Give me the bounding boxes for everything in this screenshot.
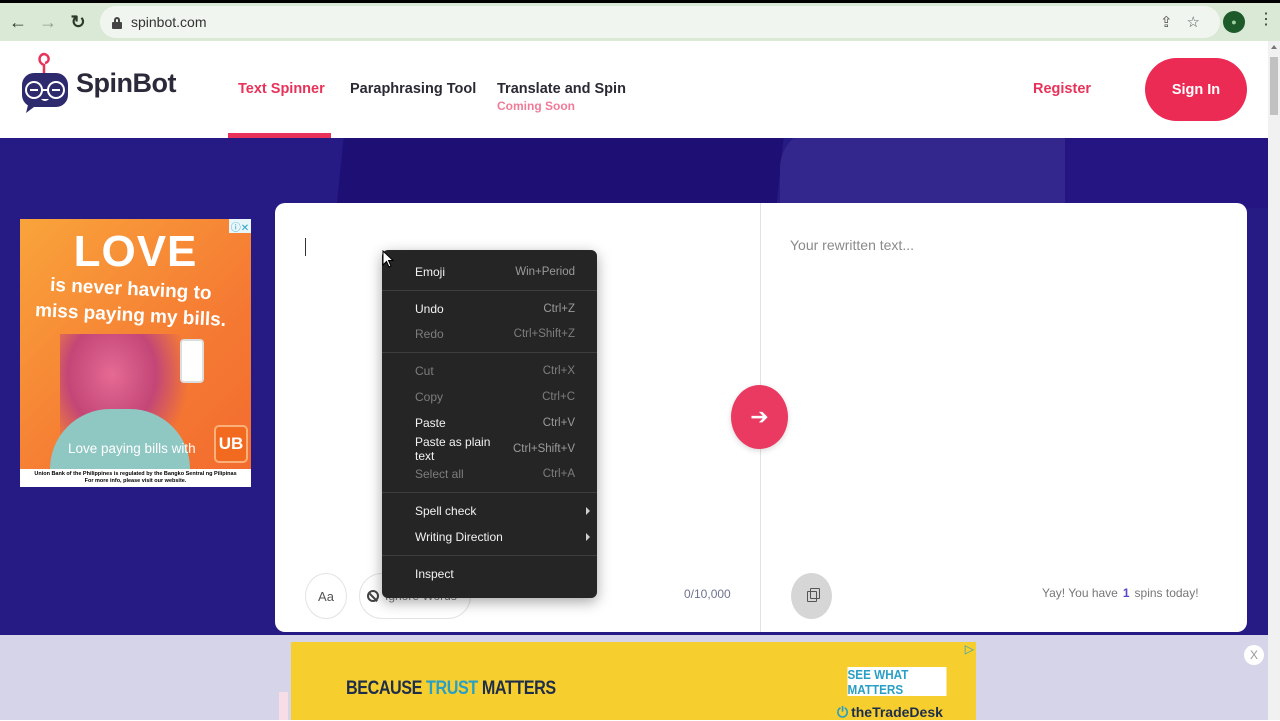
ad-cta-button[interactable]: SEE WHAT MATTERS xyxy=(847,667,947,697)
ad-headline-part: TRUST xyxy=(426,678,478,699)
star-icon[interactable]: ☆ xyxy=(1187,13,1200,31)
nav-text-spinner[interactable]: Text Spinner xyxy=(238,81,325,97)
ad-headline-part: MATTERS xyxy=(477,678,556,699)
menu-item-shortcut: Ctrl+X xyxy=(542,365,575,378)
adchoices-icon[interactable]: ⓘ✕ xyxy=(229,219,251,234)
back-arrow-icon[interactable]: ← xyxy=(3,7,33,37)
sign-in-button[interactable]: Sign In xyxy=(1145,58,1247,121)
coming-soon-label: Coming Soon xyxy=(497,99,575,113)
brand-name: SpinBot xyxy=(76,67,176,98)
lock-icon[interactable] xyxy=(112,16,122,29)
adchoices-icon[interactable]: ▷ xyxy=(965,642,974,656)
character-counter: 0/10,000 xyxy=(684,587,731,601)
decoration xyxy=(279,692,288,720)
menu-separator xyxy=(382,492,597,494)
menu-item-shortcut: Win+Period xyxy=(515,265,575,278)
disclaimer-line: For more info, please visit our website. xyxy=(84,478,187,484)
ad-tagline: Love paying bills with xyxy=(68,441,196,456)
ub-logo: UB xyxy=(214,425,248,463)
nav-translate-and-spin[interactable]: Translate and Spin xyxy=(497,81,626,97)
menu-item-label: Emoji xyxy=(415,264,446,279)
menu-item-writing-direction[interactable]: Writing Direction xyxy=(382,524,597,550)
ad-disclaimer: Union Bank of the Philippines is regulat… xyxy=(20,469,251,487)
menu-item-label: Inspect xyxy=(415,566,454,581)
menu-item-undo[interactable]: Undo Ctrl+Z xyxy=(382,296,597,322)
copy-button[interactable] xyxy=(791,573,832,619)
menu-item-paste-plain[interactable]: Paste as plain text Ctrl+Shift+V xyxy=(382,434,597,463)
menu-item-cut[interactable]: Cut Ctrl+X xyxy=(382,358,597,384)
submenu-arrow-icon xyxy=(586,533,590,542)
spin-button[interactable]: ➔ xyxy=(731,385,788,449)
menu-item-label: Redo xyxy=(415,327,444,342)
spinbot-robot-icon xyxy=(22,52,68,113)
left-advertisement[interactable]: LOVE is never having to miss paying my b… xyxy=(20,219,251,487)
spins-count: 1 xyxy=(1122,586,1130,600)
menu-item-spell-check[interactable]: Spell check xyxy=(382,498,597,524)
arrow-right-icon: ➔ xyxy=(750,404,769,429)
profile-avatar[interactable]: ● xyxy=(1223,11,1245,33)
nav-paraphrasing-tool[interactable]: Paraphrasing Tool xyxy=(350,81,476,97)
menu-item-shortcut: Ctrl+Shift+Z xyxy=(513,328,575,341)
context-menu: Emoji Win+Period Undo Ctrl+Z Redo Ctrl+Shif… xyxy=(382,250,597,598)
menu-item-label: Writing Direction xyxy=(415,530,503,545)
menu-item-label: Spell check xyxy=(415,504,477,519)
scroll-up-icon[interactable] xyxy=(1271,45,1277,49)
output-textarea[interactable]: Your rewritten text... xyxy=(790,237,914,253)
logo[interactable]: SpinBot xyxy=(20,51,176,115)
menu-separator xyxy=(382,352,597,354)
hero-decoration xyxy=(336,138,784,208)
site-header: SpinBot Text Spinner Paraphrasing Tool T… xyxy=(0,41,1268,138)
spins-prefix: Yay! You have xyxy=(1042,586,1118,600)
share-icon[interactable]: ⇪ xyxy=(1160,13,1173,31)
menu-item-shortcut: Ctrl+Shift+V xyxy=(513,442,575,455)
menu-item-shortcut: Ctrl+C xyxy=(542,391,575,404)
menu-item-label: Paste as plain text xyxy=(415,434,491,463)
menu-separator xyxy=(382,289,597,291)
scrollbar-thumb[interactable] xyxy=(1270,57,1278,115)
menu-item-select-all[interactable]: Select all Ctrl+A xyxy=(382,462,597,488)
menu-item-label: Cut xyxy=(415,364,434,379)
url-text[interactable]: spinbot.com xyxy=(131,14,206,30)
ad-brand-name: theTradeDesk xyxy=(851,704,943,720)
menu-item-redo[interactable]: Redo Ctrl+Shift+Z xyxy=(382,322,597,348)
menu-item-label: Paste xyxy=(415,415,446,430)
kebab-menu-icon[interactable]: ⋮ xyxy=(1258,12,1274,28)
ad-line: miss paying my bills. xyxy=(34,300,227,331)
menu-item-shortcut: Ctrl+Z xyxy=(543,302,575,315)
ban-icon xyxy=(367,590,379,602)
submenu-arrow-icon xyxy=(586,507,590,516)
tradedesk-logo-icon: ⏻ xyxy=(837,704,849,720)
address-bar[interactable]: spinbot.com ⇪ ☆ xyxy=(100,6,1220,38)
ad-headline: BECAUSE TRUST MATTERS xyxy=(346,678,556,700)
menu-item-emoji[interactable]: Emoji Win+Period xyxy=(382,259,597,285)
ad-phone-image xyxy=(180,339,204,383)
ad-line: is never having to xyxy=(49,274,213,305)
close-ad-button[interactable]: X xyxy=(1244,645,1264,665)
ad-brand: ⏻ theTradeDesk xyxy=(837,704,943,721)
menu-item-copy[interactable]: Copy Ctrl+C xyxy=(382,384,597,410)
copy-icon xyxy=(806,587,820,602)
page-scrollbar[interactable] xyxy=(1268,41,1280,720)
menu-item-label: Select all xyxy=(415,467,464,482)
spins-suffix: spins today! xyxy=(1134,586,1199,600)
menu-item-label: Copy xyxy=(415,390,444,405)
ad-headline-part: BECAUSE xyxy=(346,678,427,699)
menu-item-label: Undo xyxy=(415,301,444,316)
register-link[interactable]: Register xyxy=(1033,81,1091,97)
menu-item-inspect[interactable]: Inspect xyxy=(382,561,597,587)
case-toggle-button[interactable]: Aa xyxy=(305,573,347,619)
forward-arrow-icon[interactable]: → xyxy=(33,7,63,37)
hero-decoration xyxy=(1065,138,1268,208)
bottom-advertisement[interactable]: BECAUSE TRUST MATTERS SEE WHAT MATTERS ⏻… xyxy=(291,642,976,720)
menu-item-shortcut: Ctrl+V xyxy=(542,416,575,429)
ad-headline: LOVE xyxy=(73,227,198,276)
menu-separator xyxy=(382,554,597,556)
disclaimer-line: Union Bank of the Philippines is regulat… xyxy=(34,471,237,477)
menu-item-paste[interactable]: Paste Ctrl+V xyxy=(382,410,597,436)
spins-remaining: Yay! You have 1 spins today! xyxy=(1042,586,1199,600)
browser-toolbar: ← → ↻ spinbot.com ⇪ ☆ ● ⋮ xyxy=(0,3,1280,41)
menu-item-shortcut: Ctrl+A xyxy=(542,468,575,481)
reload-icon[interactable]: ↻ xyxy=(63,7,93,37)
